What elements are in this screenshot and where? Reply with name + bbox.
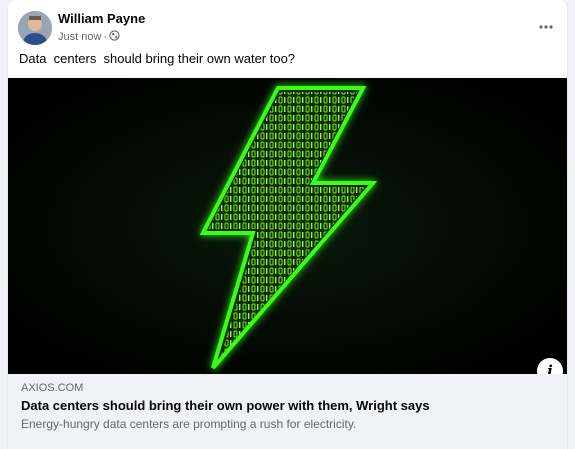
link-preview[interactable]: AXIOS.COM Data centers should bring thei… xyxy=(8,374,567,449)
post-card: William Payne Just now · Data centers sh… xyxy=(8,0,567,449)
timestamp[interactable]: Just now xyxy=(58,31,101,43)
post-meta: Just now · xyxy=(58,30,120,44)
meta-separator: · xyxy=(103,31,108,43)
link-description: Energy-hungry data centers are prompting… xyxy=(21,417,357,431)
globe-icon[interactable] xyxy=(109,30,120,44)
lightning-bolt-binary-image xyxy=(8,78,567,374)
author-name[interactable]: William Payne xyxy=(58,11,145,26)
avatar-image xyxy=(18,11,52,45)
post-text: Data centers should bring their own wate… xyxy=(19,51,296,66)
post-header: William Payne Just now · xyxy=(8,0,567,50)
link-domain: AXIOS.COM xyxy=(21,382,84,394)
link-title[interactable]: Data centers should bring their own powe… xyxy=(21,398,430,413)
more-options-icon[interactable] xyxy=(533,14,559,40)
avatar[interactable] xyxy=(18,11,52,45)
link-preview-image[interactable]: i xyxy=(8,78,567,384)
